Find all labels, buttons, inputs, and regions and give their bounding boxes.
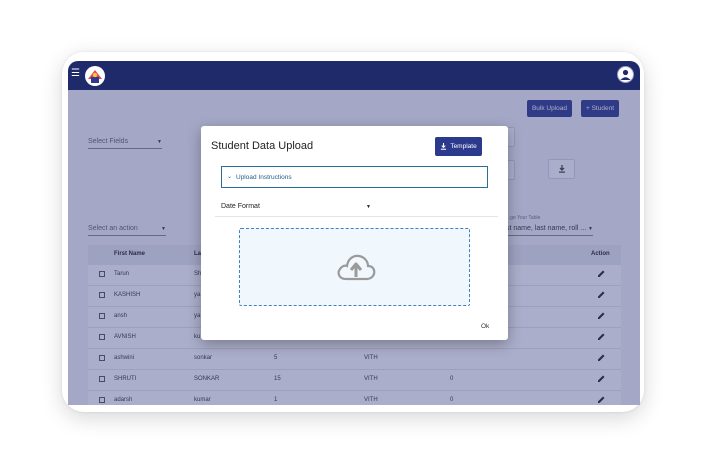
- school-logo-icon[interactable]: [84, 65, 106, 87]
- cloud-upload-icon: [337, 254, 376, 281]
- chevron-down-icon[interactable]: ▼: [366, 204, 371, 210]
- upload-instructions-accordion[interactable]: ⌄ Upload Instructions: [221, 166, 488, 188]
- top-navbar: ☰: [68, 61, 640, 90]
- chevron-down-icon: ⌄: [227, 174, 233, 180]
- divider: [215, 216, 498, 217]
- user-avatar-icon[interactable]: [617, 66, 634, 83]
- ok-button[interactable]: Ok: [481, 323, 489, 330]
- download-icon: [441, 143, 447, 150]
- template-download-button[interactable]: Template: [435, 137, 482, 156]
- date-format-select[interactable]: Date Format: [221, 203, 260, 210]
- hamburger-icon[interactable]: ☰: [71, 69, 80, 79]
- dialog-title: Student Data Upload: [211, 140, 314, 152]
- template-button-label: Template: [450, 143, 477, 150]
- upload-instructions-label: Upload Instructions: [236, 174, 292, 181]
- student-data-upload-dialog: Student Data Upload Template ⌄ Upload In…: [201, 126, 508, 340]
- file-drop-zone[interactable]: [239, 228, 470, 306]
